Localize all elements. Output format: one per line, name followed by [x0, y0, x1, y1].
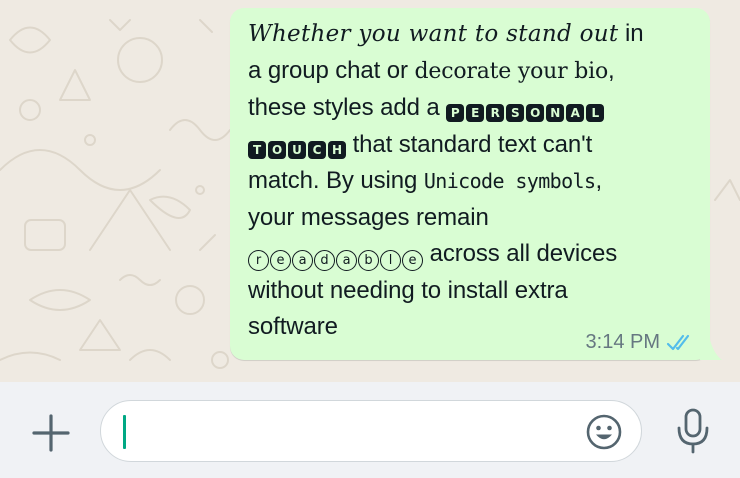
- message-text-segment: across all devices: [423, 240, 618, 267]
- message-input[interactable]: [121, 413, 561, 449]
- typewriter-styled-text: Unicode symbols: [423, 169, 596, 193]
- message-input-container[interactable]: [100, 400, 642, 462]
- circled-letter: l: [380, 250, 401, 271]
- message-text-segment: in: [618, 20, 644, 47]
- message-text-segment: a group chat or: [248, 56, 415, 84]
- boxed-word-personal: PERSONAL: [446, 104, 605, 122]
- double-check-read-icon: [666, 334, 690, 350]
- message-text-segment: these styles add a: [248, 94, 447, 121]
- chat-area: Whether you want to stand out in a group…: [0, 0, 740, 382]
- plus-icon: [32, 414, 70, 452]
- bubble-tail: [700, 330, 722, 360]
- message-text-segment: your messages remain: [248, 203, 489, 231]
- message-meta: 3:14 PM: [586, 331, 694, 354]
- message-text-segment: ,: [595, 167, 603, 194]
- boxed-letter: A: [566, 104, 585, 122]
- circled-letter: e: [270, 250, 291, 271]
- boxed-letter: U: [288, 140, 306, 159]
- text-cursor: [123, 415, 126, 449]
- boxed-letter: O: [268, 140, 286, 159]
- circled-letter: e: [402, 250, 423, 271]
- boxed-letter: C: [308, 140, 326, 159]
- message-bubble[interactable]: Whether you want to stand out in a group…: [230, 8, 710, 360]
- message-text-segment: without needing to install extra: [248, 276, 568, 304]
- boxed-word-touch: TOUCH: [248, 140, 346, 159]
- message-text-segment: that standard text can't: [346, 130, 593, 158]
- boxed-letter: E: [466, 104, 485, 122]
- boxed-letter: P: [446, 104, 465, 122]
- boxed-letter: R: [486, 104, 505, 122]
- message-timestamp: 3:14 PM: [585, 331, 660, 353]
- boxed-letter: T: [248, 140, 266, 159]
- circled-word-readable: readable: [248, 250, 423, 271]
- emoji-icon: [586, 414, 622, 450]
- boxed-letter: N: [546, 104, 565, 122]
- message-text-segment: ,: [608, 56, 615, 84]
- boxed-letter: O: [526, 104, 545, 122]
- script-styled-text: Whether you want to stand out: [248, 21, 619, 47]
- emoji-button[interactable]: [585, 413, 623, 451]
- circled-letter: a: [292, 250, 313, 271]
- boxed-letter: H: [328, 140, 346, 159]
- blackletter-styled-text: decorate your bio: [414, 58, 609, 84]
- boxed-letter: S: [506, 104, 525, 122]
- mic-button[interactable]: [672, 406, 714, 456]
- attach-button[interactable]: [28, 410, 74, 456]
- circled-letter: a: [336, 250, 357, 271]
- boxed-letter: L: [586, 104, 605, 122]
- microphone-icon: [677, 408, 709, 454]
- circled-letter: r: [248, 250, 269, 271]
- composer-bar: [0, 382, 740, 478]
- circled-letter: b: [358, 250, 379, 271]
- message-text: Whether you want to stand out in a group…: [248, 16, 698, 346]
- message-text-segment: match. By using: [248, 167, 424, 194]
- circled-letter: d: [314, 250, 335, 271]
